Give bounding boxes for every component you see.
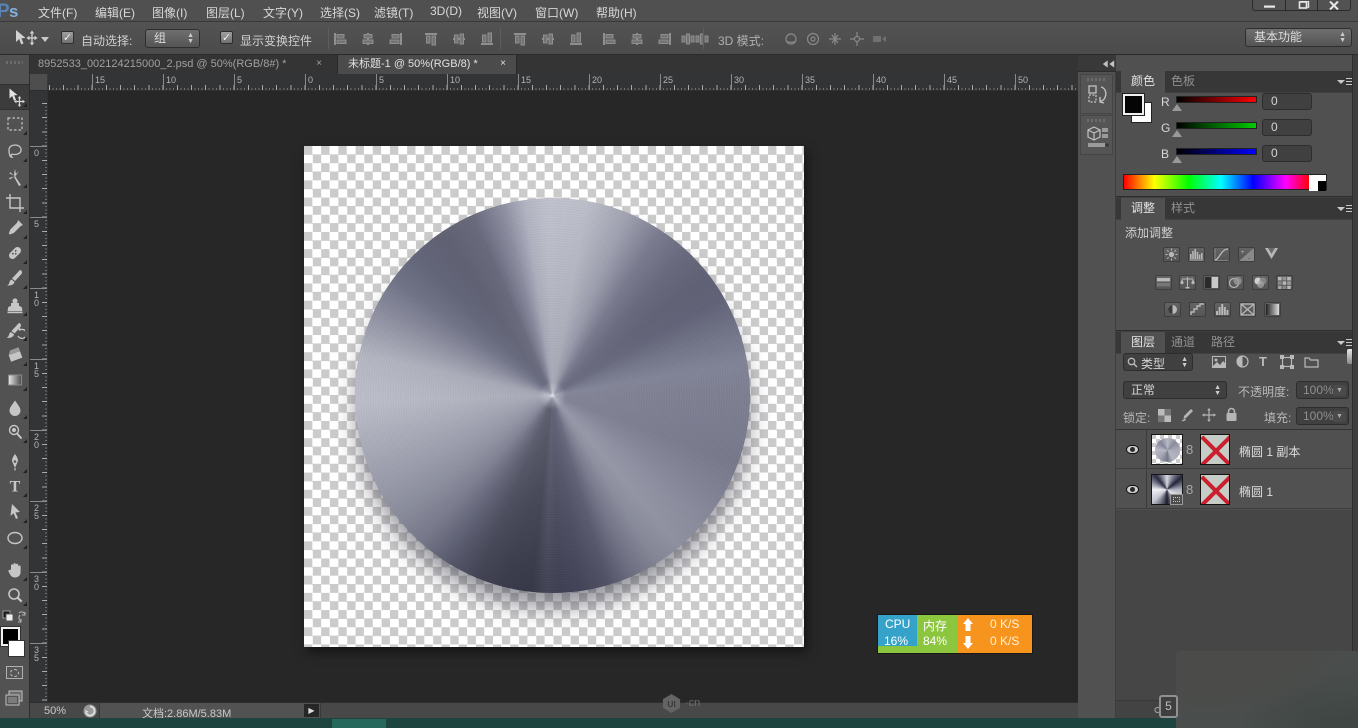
- svg-text:+: +: [1241, 250, 1245, 256]
- svg-text:UI: UI: [667, 699, 676, 709]
- svg-text:-: -: [1248, 256, 1250, 261]
- svg-text:s: s: [9, 2, 18, 21]
- svg-text:T: T: [9, 479, 20, 496]
